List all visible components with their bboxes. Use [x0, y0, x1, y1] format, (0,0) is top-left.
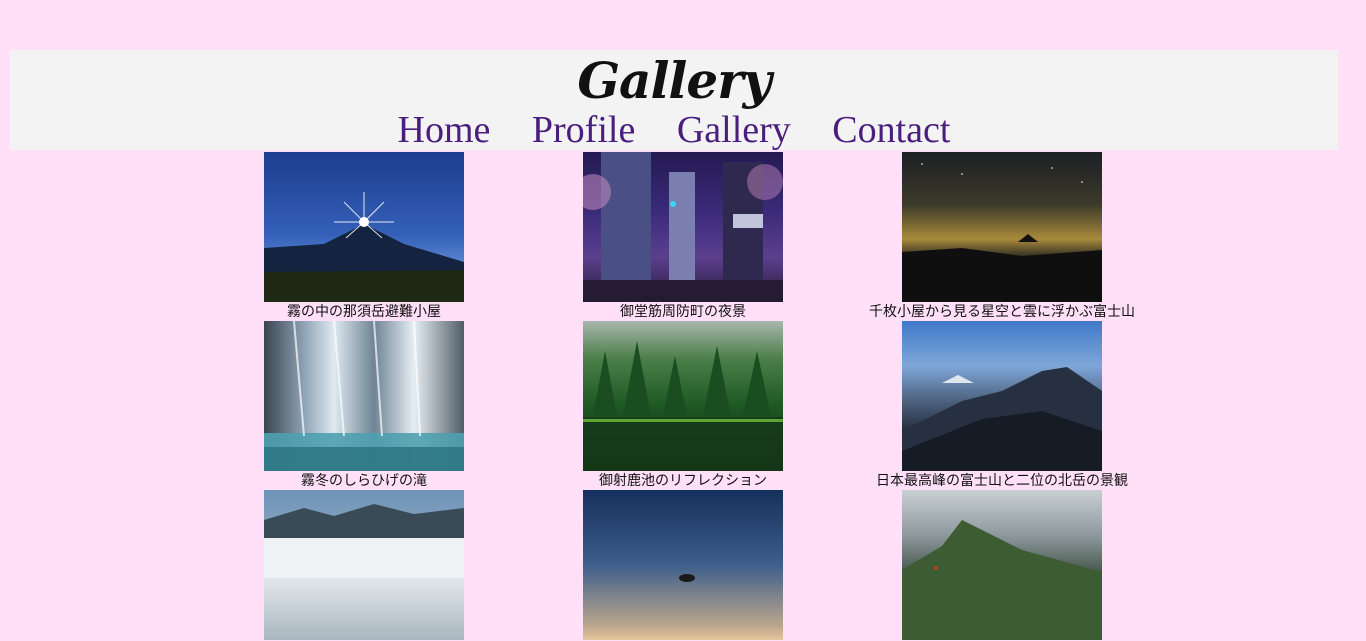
gallery-item [533, 490, 833, 641]
gallery-item [214, 490, 514, 641]
gallery-image[interactable] [264, 152, 464, 302]
gallery-item: 霧の中の那須岳避難小屋 [214, 152, 514, 321]
gallery-caption: 御射鹿池のリフレクション [599, 473, 767, 489]
gallery-caption: 御堂筋周防町の夜景 [620, 304, 746, 320]
nav-link-home[interactable]: Home [398, 109, 491, 151]
nav-link-gallery[interactable]: Gallery [677, 109, 791, 151]
gallery-image[interactable] [264, 490, 464, 640]
mountain-ridge-illustration [902, 367, 1102, 471]
nav-link-profile[interactable]: Profile [532, 109, 635, 151]
gallery-image[interactable] [583, 321, 783, 471]
gallery-image[interactable] [902, 321, 1102, 471]
gallery-image[interactable] [902, 490, 1102, 640]
mountain-sunburst-illustration [264, 192, 464, 302]
gallery-image[interactable] [583, 490, 783, 640]
fuji-sea-of-clouds-illustration [902, 163, 1102, 302]
gallery-caption: 千枚小屋から見る星空と雲に浮かぶ富士山 [869, 304, 1135, 320]
site-header: Gallery Home Profile Gallery Contact [10, 50, 1338, 152]
gallery-item: 霧冬のしらひげの滝 [214, 321, 514, 490]
gallery-caption: 霧冬のしらひげの滝 [301, 473, 427, 489]
nav-link-contact[interactable]: Contact [832, 109, 950, 151]
gallery-item [852, 490, 1152, 641]
sea-of-clouds-illustration [264, 504, 464, 578]
gallery-item: 御堂筋周防町の夜景 [533, 152, 833, 321]
gallery-caption: 日本最高峰の富士山と二位の北岳の景観 [876, 473, 1128, 489]
gallery-item: 日本最高峰の富士山と二位の北岳の景観 [852, 321, 1152, 490]
site-title: Gallery [577, 51, 771, 110]
gallery-image[interactable] [583, 152, 783, 302]
gallery-image[interactable] [902, 152, 1102, 302]
city-night-illustration [583, 152, 783, 302]
dawn-silhouette-illustration [679, 574, 695, 582]
gallery-item: 御射鹿池のリフレクション [533, 321, 833, 490]
green-ridge-illustration [902, 520, 1102, 640]
gallery-caption: 霧の中の那須岳避難小屋 [287, 304, 441, 320]
gallery-item: 千枚小屋から見る星空と雲に浮かぶ富士山 [852, 152, 1152, 321]
waterfall-illustration [264, 321, 464, 471]
main-nav: Home Profile Gallery Contact [10, 108, 1338, 152]
gallery-image[interactable] [264, 321, 464, 471]
forest-pond-illustration [583, 341, 783, 471]
